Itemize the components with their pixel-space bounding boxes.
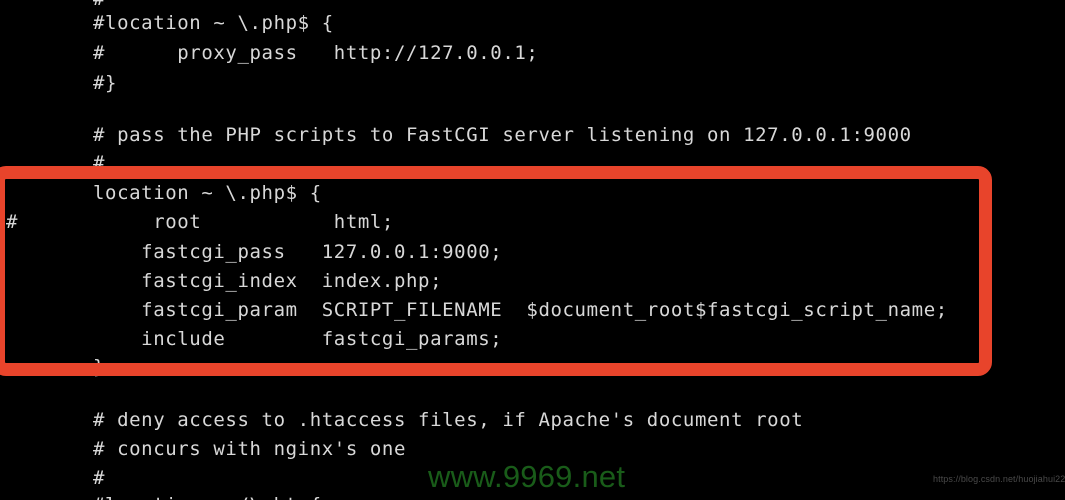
code-line: # concurs with nginx's one (93, 438, 407, 460)
code-line: } (93, 356, 106, 378)
code-line: root html; (93, 211, 394, 233)
code-line: #} (93, 72, 118, 94)
site-watermark: www.9969.net (428, 459, 626, 494)
code-line: #location ~ \.php$ { (93, 12, 334, 34)
code-line: # deny access to .htaccess files, if Apa… (93, 409, 804, 431)
code-line: fastcgi_pass 127.0.0.1:9000; (93, 241, 503, 263)
code-line: fastcgi_index index.php; (93, 270, 443, 292)
code-line: #location ~ /\.ht { (93, 490, 322, 500)
code-line: # pass the PHP scripts to FastCGI server… (93, 124, 912, 146)
code-line: fastcgi_param SCRIPT_FILENAME $document_… (93, 299, 948, 321)
code-line: include fastcgi_params; (93, 328, 503, 350)
gutter-hash-character: # (6, 211, 18, 233)
code-line: # proxy_pass http://127.0.0.1; (93, 42, 539, 64)
blog-url-watermark: https://blog.csdn.net/huojiahui22 (933, 474, 1065, 484)
code-line: location ~ \.php$ { (93, 182, 322, 204)
code-line: # (93, 467, 106, 489)
terminal-screenshot: ##location ~ \.php$ {# proxy_pass http:/… (0, 0, 1065, 500)
nginx-config-code[interactable]: ##location ~ \.php$ {# proxy_pass http:/… (0, 0, 1065, 500)
code-line: # (93, 152, 106, 174)
